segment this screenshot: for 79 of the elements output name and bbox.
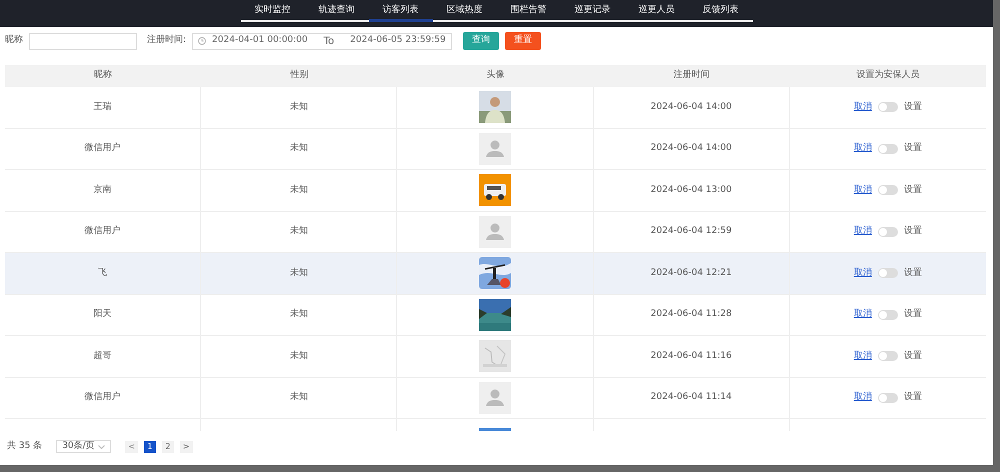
gender-cell-text: 未知 bbox=[290, 391, 308, 404]
default-avatar-icon bbox=[478, 216, 511, 248]
default-avatar-icon bbox=[478, 382, 511, 414]
nav-tab[interactable]: 实时监控 bbox=[240, 0, 304, 22]
toggle-switch[interactable] bbox=[878, 351, 898, 362]
nickname-cell-text: 微信用户 bbox=[84, 225, 121, 238]
nickname-cell-text: 王瑞 bbox=[94, 100, 112, 114]
date-cell-text: 2024-06-04 11:28 bbox=[650, 308, 732, 321]
toggle-switch[interactable] bbox=[878, 185, 898, 196]
toggle-switch[interactable] bbox=[878, 144, 898, 154]
clock-icon bbox=[198, 37, 206, 45]
toggle-label: 设置 bbox=[904, 266, 922, 280]
column-header: 性别 bbox=[290, 69, 308, 82]
nickname-cell-text: 阳天 bbox=[94, 308, 112, 321]
nav-tab[interactable]: 巡更记录 bbox=[560, 0, 624, 22]
nav-tab[interactable]: 围栏告警 bbox=[496, 0, 560, 22]
date-cell-text: 2024-06-04 14:00 bbox=[650, 100, 732, 114]
toggle-label: 设置 bbox=[904, 308, 922, 321]
cancel-link[interactable]: 取消 bbox=[854, 350, 872, 363]
date-range-field[interactable]: 2024-04-01 00:00:00 To 2024-06-05 23:59:59 bbox=[192, 32, 452, 50]
gender-cell-text: 未知 bbox=[290, 350, 308, 362]
date-text: 2024-06-05 23:59:59 bbox=[350, 34, 446, 48]
next-page-button[interactable]: > bbox=[180, 440, 193, 453]
nickname-field[interactable] bbox=[29, 32, 137, 50]
cancel-link[interactable]: 取消 bbox=[854, 391, 872, 404]
cancel-link[interactable]: 取消 bbox=[854, 308, 872, 322]
nickname-cell-text: 京南 bbox=[94, 184, 112, 196]
field-label: 昵称 bbox=[5, 34, 23, 48]
date-cell-text: 2024-06-04 11:16 bbox=[650, 350, 732, 362]
column-header: 设置为安保人员 bbox=[856, 69, 920, 82]
nav-tab[interactable]: 巡更人员 bbox=[624, 0, 688, 22]
toggle-switch[interactable] bbox=[878, 310, 898, 320]
cancel-link[interactable]: 取消 bbox=[854, 100, 872, 114]
gender-cell-text: 未知 bbox=[290, 225, 308, 238]
chevron-down-icon bbox=[98, 444, 106, 449]
cancel-link[interactable]: 取消 bbox=[854, 225, 872, 238]
date-text: 2024-04-01 00:00:00 bbox=[212, 34, 308, 48]
field-label: 注册时间: bbox=[147, 34, 186, 48]
page-button[interactable]: 1 bbox=[144, 440, 156, 453]
column-header: 头像 bbox=[486, 69, 504, 82]
toggle-label: 设置 bbox=[904, 350, 922, 362]
toggle-label: 设置 bbox=[904, 391, 922, 404]
gender-cell-text: 未知 bbox=[290, 100, 308, 114]
default-avatar-icon bbox=[478, 132, 511, 165]
toggle-switch[interactable] bbox=[878, 226, 898, 237]
gender-cell-text: 未知 bbox=[290, 184, 308, 196]
toggle-switch[interactable] bbox=[878, 102, 898, 112]
nickname-cell-text: 超哥 bbox=[94, 350, 112, 362]
nickname-cell-text: 微信用户 bbox=[84, 391, 121, 404]
column-header: 昵称 bbox=[94, 69, 112, 82]
toggle-label: 设置 bbox=[904, 100, 922, 114]
gender-cell-text: 未知 bbox=[290, 142, 308, 155]
nav-tab[interactable]: 区域热度 bbox=[432, 0, 496, 22]
column-header: 注册时间 bbox=[674, 69, 710, 82]
date-cell-text: 2024-06-04 11:14 bbox=[650, 391, 732, 404]
date-cell-text: 2024-06-04 12:21 bbox=[650, 266, 732, 280]
date-cell-text: 2024-06-04 12:59 bbox=[650, 225, 732, 238]
nickname-cell-text: 飞 bbox=[98, 266, 108, 280]
date-cell-text: 2024-06-04 14:00 bbox=[650, 142, 732, 155]
cancel-link[interactable]: 取消 bbox=[854, 142, 872, 156]
cancel-link[interactable]: 取消 bbox=[854, 266, 872, 280]
page-size-select[interactable]: 30条/页 bbox=[56, 440, 112, 454]
gender-cell-text: 未知 bbox=[290, 266, 308, 280]
gender-cell-text: 未知 bbox=[290, 308, 308, 321]
nickname-cell-text: 微信用户 bbox=[84, 142, 121, 155]
toggle-switch[interactable] bbox=[878, 392, 898, 403]
cancel-link[interactable]: 取消 bbox=[854, 184, 872, 197]
toggle-label: 设置 bbox=[904, 225, 922, 238]
nav-tab[interactable]: 反馈列表 bbox=[688, 0, 752, 22]
nav-tab[interactable]: 轨迹查询 bbox=[304, 0, 368, 22]
date-separator: To bbox=[324, 34, 334, 48]
nav-tab[interactable]: 访客列表 bbox=[368, 0, 432, 22]
total-count: 共 35 条 bbox=[7, 440, 42, 453]
date-cell-text: 2024-06-04 13:00 bbox=[650, 184, 732, 196]
toggle-switch[interactable] bbox=[878, 268, 898, 278]
page-button[interactable]: 2 bbox=[162, 440, 174, 453]
toggle-label: 设置 bbox=[904, 184, 922, 196]
reset-button[interactable]: 重置 bbox=[504, 32, 541, 50]
toggle-label: 设置 bbox=[904, 142, 922, 155]
